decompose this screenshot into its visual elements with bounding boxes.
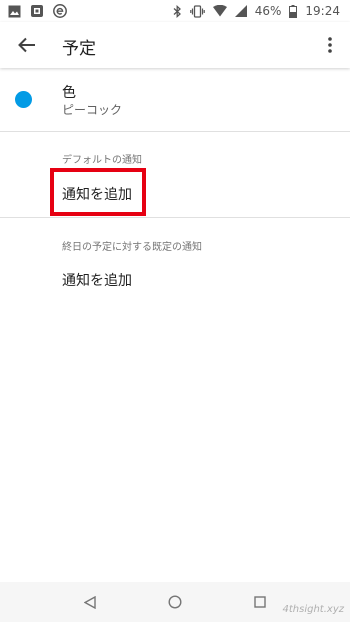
default-notifications-header: デフォルトの通知 <box>62 155 142 166</box>
arrow-back-icon <box>18 37 35 53</box>
app-notification-icon <box>30 4 44 18</box>
more-options-button[interactable] <box>320 33 340 57</box>
add-all-day-notification-button[interactable]: 通知を追加 <box>62 270 132 290</box>
nav-recents-button[interactable] <box>248 590 272 614</box>
back-button[interactable] <box>14 33 40 57</box>
nav-recents-square-icon <box>253 596 266 608</box>
battery-icon <box>289 4 298 18</box>
watermark-text: 4thsight.xyz <box>282 604 344 615</box>
more-vertical-icon <box>328 37 332 53</box>
clock-time: 19:24 <box>305 4 340 18</box>
highlight-annotation-box <box>50 168 146 216</box>
divider <box>0 131 350 132</box>
divider <box>0 217 350 218</box>
vibrate-icon <box>189 4 205 18</box>
gallery-notification-icon <box>8 5 21 18</box>
status-left-icons <box>8 4 67 18</box>
color-setting-row[interactable]: 色 ピーコック <box>0 72 350 130</box>
system-navigation-bar <box>0 582 350 622</box>
wifi-icon <box>212 5 227 17</box>
bluetooth-icon <box>173 4 182 18</box>
cellular-signal-icon <box>234 5 247 17</box>
battery-percent: 46% <box>254 4 282 18</box>
page-title: 予定 <box>62 39 96 59</box>
color-label: 色 <box>62 85 76 101</box>
all-day-notifications-header: 終日の予定に対する既定の通知 <box>62 242 202 253</box>
color-value: ピーコック <box>62 103 123 117</box>
browser-notification-icon <box>53 4 67 18</box>
status-right-icons: 46% 19:24 <box>173 4 340 18</box>
color-swatch <box>15 91 32 108</box>
nav-back-button[interactable] <box>78 590 102 614</box>
nav-home-button[interactable] <box>163 590 187 614</box>
nav-home-circle-icon <box>168 595 182 609</box>
nav-back-triangle-icon <box>84 595 97 609</box>
status-bar: 46% 19:24 <box>0 0 350 22</box>
app-bar: 予定 <box>0 22 350 68</box>
